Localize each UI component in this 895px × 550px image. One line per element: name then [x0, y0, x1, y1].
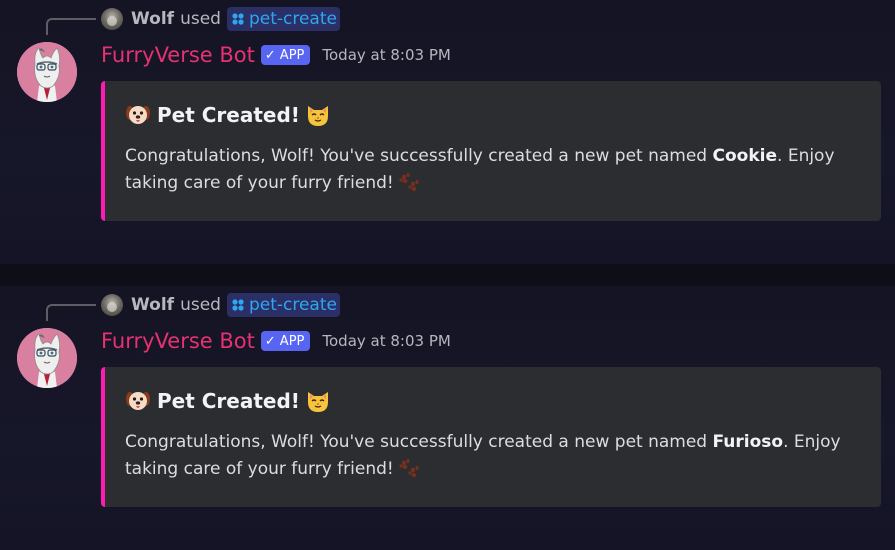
embed-title: Pet Created! — [125, 385, 865, 417]
app-badge[interactable]: ✓ APP — [260, 45, 311, 65]
checkmark-icon: ✓ — [264, 47, 276, 63]
command-name: pet-create — [248, 295, 337, 315]
message-header: FurryVerse Bot ✓ APP Today at 8:03 PM — [101, 327, 451, 355]
reply-used-text: used — [180, 9, 221, 29]
paw-prints-icon — [399, 173, 419, 191]
reply-spine — [46, 18, 96, 35]
reply-spine — [46, 304, 96, 321]
embed-desc-text: Congratulations, Wolf! You've successful… — [125, 432, 713, 452]
embed-card: Pet Created! Congratulations, Wolf! You'… — [101, 81, 881, 221]
checkmark-icon: ✓ — [264, 333, 276, 349]
app-badge[interactable]: ✓ APP — [260, 331, 311, 351]
pet-name: Cookie — [712, 146, 778, 166]
message-header: FurryVerse Bot ✓ APP Today at 8:03 PM — [101, 41, 451, 69]
bot-name[interactable]: FurryVerse Bot — [101, 329, 255, 353]
reply-username[interactable]: Wolf — [131, 9, 174, 29]
bot-avatar[interactable] — [17, 328, 77, 388]
command-used-line[interactable]: Wolf used pet-create — [101, 293, 340, 317]
command-pill[interactable]: pet-create — [226, 7, 340, 31]
user-mini-avatar[interactable] — [101, 294, 123, 316]
bot-avatar[interactable] — [17, 42, 77, 102]
embed-title-text: Pet Created! — [157, 389, 300, 413]
embed-card: Pet Created! Congratulations, Wolf! You'… — [101, 367, 881, 507]
dog-face-icon — [126, 392, 150, 410]
reply-username[interactable]: Wolf — [131, 295, 174, 315]
wolf-avatar-icon — [17, 328, 77, 388]
pet-name: Furioso — [712, 432, 784, 452]
command-used-line[interactable]: Wolf used pet-create — [101, 7, 340, 31]
bot-name[interactable]: FurryVerse Bot — [101, 43, 255, 67]
reply-used-text: used — [180, 295, 221, 315]
cat-face-icon — [307, 392, 328, 412]
command-pill[interactable]: pet-create — [226, 293, 340, 317]
command-name: pet-create — [248, 9, 337, 29]
embed-title: Pet Created! — [125, 99, 865, 131]
embed-desc-text: Congratulations, Wolf! You've successful… — [125, 146, 713, 166]
app-badge-label: APP — [279, 333, 305, 349]
cat-face-icon — [307, 106, 328, 126]
message-timestamp[interactable]: Today at 8:03 PM — [322, 332, 450, 350]
embed-title-text: Pet Created! — [157, 103, 300, 127]
app-command-icon — [232, 299, 244, 311]
message-divider — [0, 264, 895, 286]
app-command-icon — [232, 13, 244, 25]
app-badge-label: APP — [279, 47, 305, 63]
embed-description: Congratulations, Wolf! You've successful… — [125, 429, 865, 483]
message-timestamp[interactable]: Today at 8:03 PM — [322, 46, 450, 64]
dog-face-icon — [126, 106, 150, 124]
embed-description: Congratulations, Wolf! You've successful… — [125, 143, 865, 197]
wolf-avatar-icon — [17, 42, 77, 102]
paw-prints-icon — [399, 459, 419, 477]
user-mini-avatar[interactable] — [101, 8, 123, 30]
